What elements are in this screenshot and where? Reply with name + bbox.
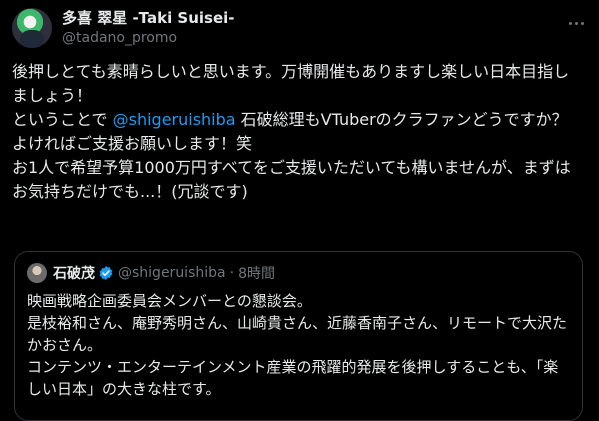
author-handle[interactable]: @tadano_promo	[62, 28, 235, 48]
author-name-block: 多喜 翠星 -Taki Suisei- @tadano_promo	[62, 9, 235, 48]
quoted-tweet-time[interactable]: 8時間	[238, 263, 275, 283]
more-dot	[568, 21, 572, 25]
more-options-icon[interactable]	[565, 12, 587, 34]
tweet-line-2-after: 石破総理もVTuberのクラファンどうですか？	[235, 110, 568, 129]
quoted-tweet-header: 石破茂 @shigeruishiba · 8時間	[27, 263, 275, 283]
quoted-author-handle[interactable]: @shigeruishiba	[118, 265, 226, 281]
more-dot	[580, 21, 584, 25]
mention-link[interactable]: @shigeruishiba	[113, 110, 236, 129]
quoted-author-name[interactable]: 石破茂	[53, 263, 95, 283]
tweet-line-2-before: ということで	[12, 110, 113, 129]
quoted-tweet-card[interactable]: 石破茂 @shigeruishiba · 8時間 映画戦略企画委員会メンバーとの…	[14, 251, 583, 421]
separator-dot: ·	[229, 265, 235, 281]
author-display-name[interactable]: 多喜 翠星 -Taki Suisei-	[62, 9, 235, 28]
tweet-header: 多喜 翠星 -Taki Suisei- @tadano_promo	[12, 8, 587, 50]
more-dot	[574, 21, 578, 25]
tweet-line-1: 後押しとても素晴らしいと思います。万博開催もありますし楽しい日本目指しましょう！	[12, 62, 570, 105]
author-avatar[interactable]	[12, 8, 52, 48]
quoted-tweet-text: 映画戦略企画委員会メンバーとの懇談会。 是枝裕和さん、庵野秀明さん、山崎貴さん、…	[27, 292, 568, 398]
tweet-text: 後押しとても素晴らしいと思います。万博開催もありますし楽しい日本目指しましょう！…	[12, 60, 582, 204]
quoted-author-avatar[interactable]	[27, 263, 47, 283]
tweet-line-3: よければご支援お願いします！笑	[12, 134, 253, 153]
tweet-line-4: お1人で希望予算1000万円すべてをご支援いただいても構いませんが、まずはお気持…	[12, 158, 571, 201]
verified-badge-icon	[99, 266, 113, 280]
